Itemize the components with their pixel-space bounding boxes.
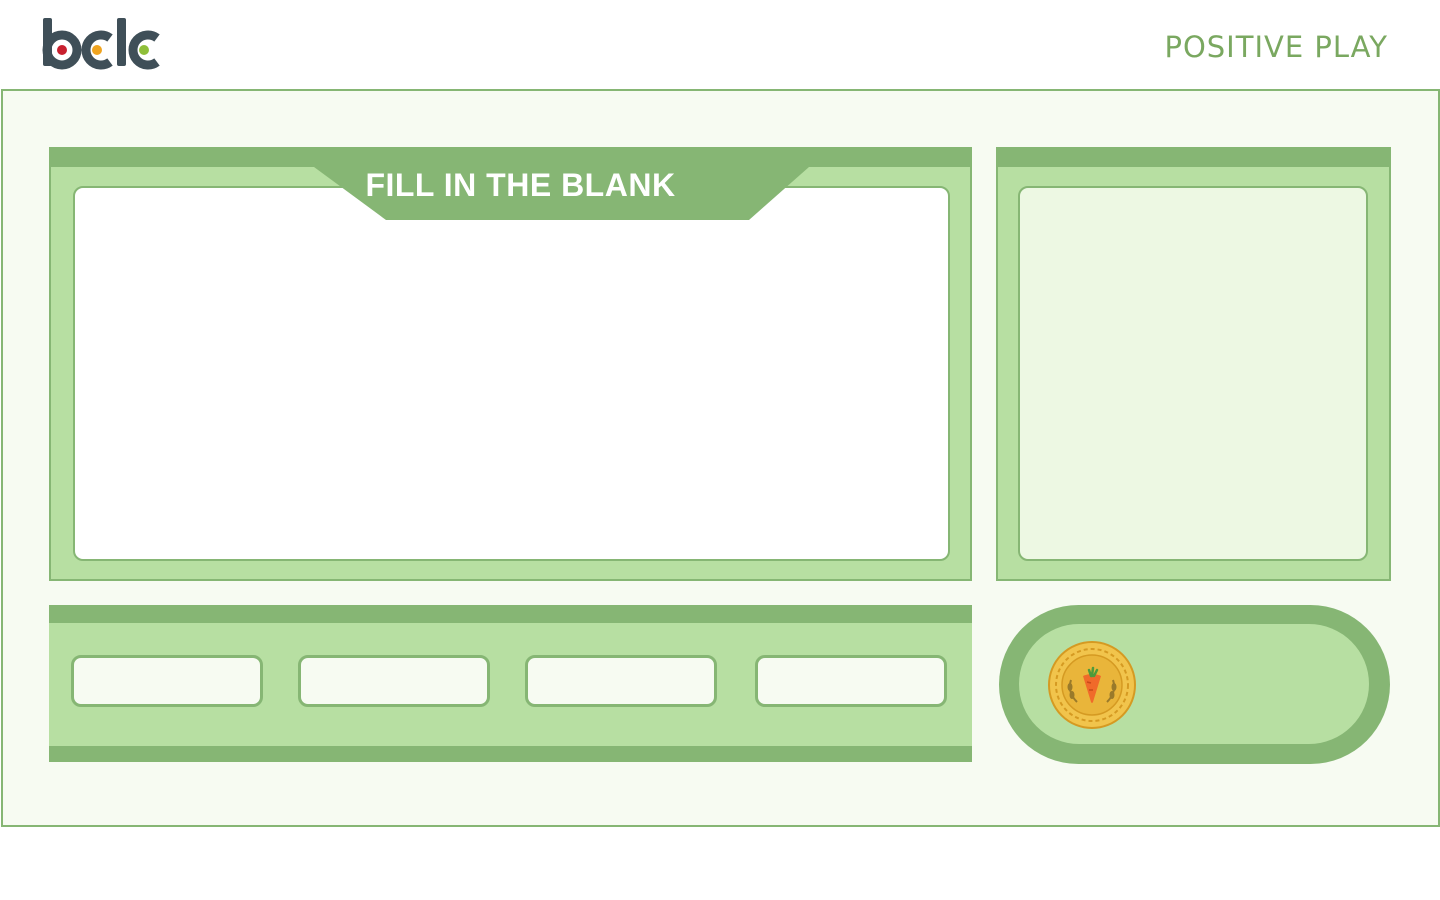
question-box [73,186,950,561]
bclc-logo [42,18,160,70]
answer-bar [49,605,972,762]
answer-button-2[interactable] [298,655,490,707]
answer-bar-top-band [49,605,972,623]
brand-title: POSITIVE PLAY [1164,30,1388,64]
side-panel-topbar [998,149,1389,167]
carrot-coin-icon [1048,641,1136,729]
side-panel [996,147,1391,581]
answer-button-4[interactable] [755,655,947,707]
answer-button-3[interactable] [525,655,717,707]
question-panel [49,147,972,581]
side-box [1018,186,1368,561]
question-title: FILL IN THE BLANK [365,167,676,203]
answer-button-1[interactable] [71,655,263,707]
answer-bar-bottom-band [49,746,972,762]
